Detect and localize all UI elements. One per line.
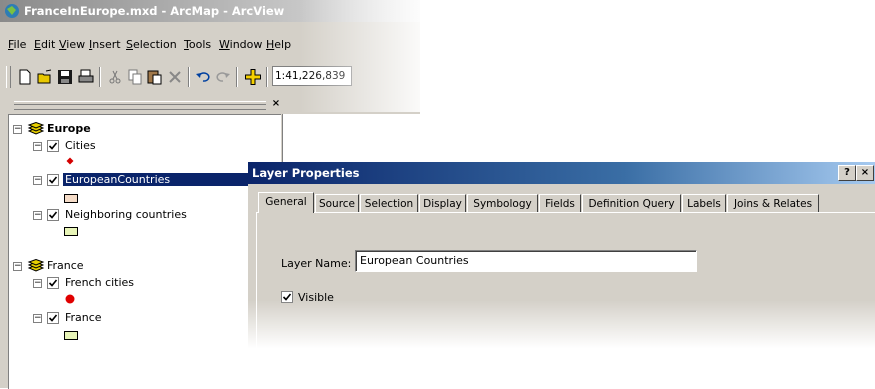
tab-general[interactable]: General: [258, 192, 314, 213]
open-icon[interactable]: [36, 68, 54, 86]
dialog-title: Layer Properties: [252, 166, 360, 180]
checkbox-cities[interactable]: [47, 140, 59, 152]
expander-europe[interactable]: −: [13, 125, 22, 134]
tab-fields[interactable]: Fields: [539, 194, 581, 212]
paste-icon[interactable]: [146, 68, 164, 86]
menu-help[interactable]: Help: [266, 38, 291, 51]
checkbox-france[interactable]: [47, 312, 59, 324]
new-icon[interactable]: [16, 68, 34, 86]
standard-toolbar: [0, 62, 420, 92]
menu-edit[interactable]: Edit: [34, 38, 55, 51]
layer-name-label: Layer Name:: [281, 257, 352, 270]
menu-selection[interactable]: Selection: [126, 38, 177, 51]
menu-insert[interactable]: Insert: [89, 38, 121, 51]
polygon-symbol-swatch: [64, 331, 78, 340]
close-button[interactable]: ×: [856, 165, 874, 181]
point-symbol-icon: [65, 294, 75, 304]
print-icon[interactable]: [77, 68, 95, 86]
layer-label-cities[interactable]: Cities: [65, 139, 96, 152]
layer-label-french-cities[interactable]: French cities: [65, 276, 134, 289]
add-data-icon[interactable]: [244, 68, 262, 86]
toolbar-grip[interactable]: [6, 66, 11, 88]
layer-label-france[interactable]: France: [65, 311, 102, 324]
menu-file[interactable]: File: [8, 38, 26, 51]
toolbar-separator: [188, 67, 190, 87]
delete-icon[interactable]: [166, 68, 184, 86]
polygon-symbol-swatch: [64, 194, 78, 203]
polygon-symbol-swatch: [64, 227, 78, 236]
toc-header: ×: [8, 98, 280, 112]
tab-labels[interactable]: Labels: [682, 194, 726, 212]
toolbar-separator: [236, 67, 238, 87]
expander-european-countries[interactable]: −: [33, 176, 42, 185]
layers-icon: [27, 122, 45, 135]
layer-label-european-countries[interactable]: EuropeanCountries: [63, 173, 257, 186]
checkbox-french-cities[interactable]: [47, 277, 59, 289]
menu-tools[interactable]: Tools: [184, 38, 211, 51]
visible-checkbox[interactable]: [281, 291, 293, 303]
visible-label: Visible: [298, 291, 334, 304]
tab-definition-query[interactable]: Definition Query: [582, 194, 681, 212]
tab-source[interactable]: Source: [315, 194, 359, 212]
expander-neighboring-countries[interactable]: −: [33, 211, 42, 220]
arcmap-app-icon: [5, 4, 19, 18]
tab-symbology[interactable]: Symbology: [467, 194, 538, 212]
window-title: FranceInEurope.mxd - ArcMap - ArcView: [24, 4, 285, 18]
menu-window[interactable]: Window: [219, 38, 262, 51]
group-label-france[interactable]: France: [47, 259, 84, 272]
tab-selection[interactable]: Selection: [360, 194, 418, 212]
redo-icon[interactable]: [214, 68, 232, 86]
map-scale-box[interactable]: 1:41,226,839: [272, 66, 352, 86]
copy-icon[interactable]: [126, 68, 144, 86]
toc-close-button[interactable]: ×: [270, 98, 282, 110]
tab-display[interactable]: Display: [419, 194, 466, 212]
undo-icon[interactable]: [194, 68, 212, 86]
layer-properties-dialog: Layer Properties ? × General Source Sele…: [248, 162, 875, 388]
help-button[interactable]: ?: [838, 165, 856, 181]
checkbox-neighboring-countries[interactable]: [47, 209, 59, 221]
toc-drag-grip[interactable]: [14, 101, 266, 110]
cut-icon[interactable]: [106, 68, 124, 86]
expander-france-layer[interactable]: −: [33, 314, 42, 323]
toolbar-separator: [266, 67, 268, 87]
save-icon[interactable]: [56, 68, 74, 86]
layers-icon: [27, 259, 45, 272]
tab-content-general: [256, 212, 875, 383]
dialog-title-bar: Layer Properties ? ×: [248, 162, 875, 184]
checkbox-european-countries[interactable]: [47, 174, 59, 186]
point-symbol-icon: [66, 157, 74, 165]
menu-view[interactable]: View: [59, 38, 85, 51]
title-bar: FranceInEurope.mxd - ArcMap - ArcView: [0, 0, 420, 22]
tab-joins-relates[interactable]: Joins & Relates: [727, 194, 819, 212]
toolbar-separator: [99, 67, 101, 87]
group-label-europe[interactable]: Europe: [47, 122, 91, 135]
layer-name-input[interactable]: European Countries: [355, 250, 697, 272]
expander-french-cities[interactable]: −: [33, 279, 42, 288]
table-of-contents: − Europe − Cities − EuropeanCountries − …: [8, 114, 281, 389]
expander-cities[interactable]: −: [33, 142, 42, 151]
expander-france-group[interactable]: −: [13, 262, 22, 271]
layer-label-neighboring-countries[interactable]: Neighboring countries: [65, 208, 187, 221]
